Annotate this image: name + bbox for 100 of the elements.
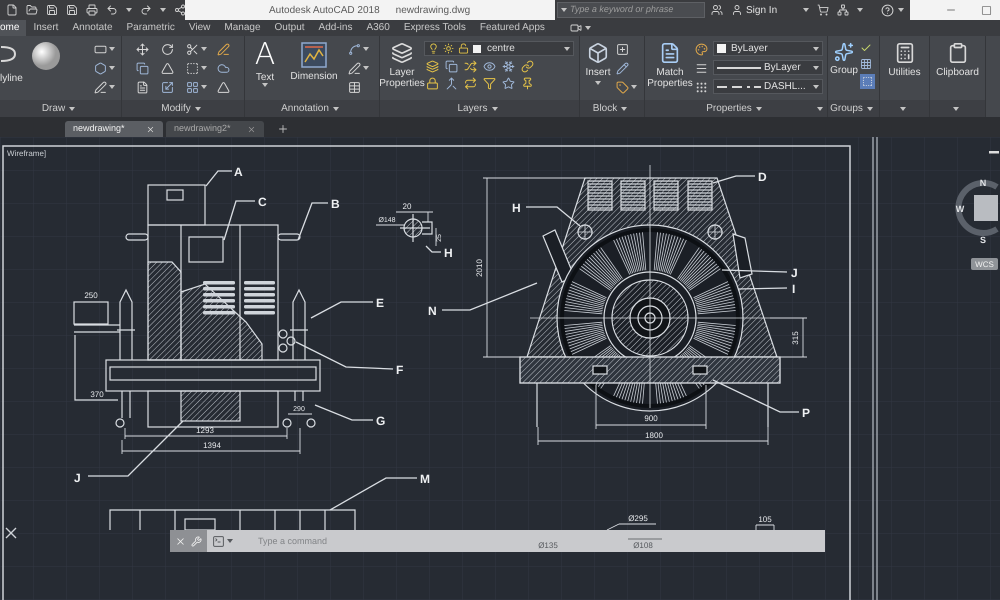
cloud-icon[interactable] — [217, 62, 230, 74]
caret-icon[interactable] — [756, 106, 762, 110]
layers-icon[interactable] — [426, 60, 439, 73]
rotate-icon[interactable] — [161, 42, 174, 56]
tag-icon[interactable] — [616, 80, 629, 94]
ribbon-tool-button[interactable]: Match Properties — [645, 36, 695, 89]
sphere-icon[interactable] — [32, 42, 60, 70]
sign-in-button[interactable]: Sign In — [731, 2, 778, 18]
caret-icon[interactable] — [201, 47, 207, 51]
caret-icon[interactable] — [126, 8, 132, 12]
terminal-icon[interactable] — [212, 534, 225, 548]
caret-icon[interactable] — [866, 106, 873, 110]
folder-icon[interactable] — [26, 4, 38, 16]
users-icon[interactable] — [711, 4, 723, 16]
layer-dropdown[interactable]: centre — [424, 41, 574, 56]
ribbon-tab[interactable]: A360 — [359, 20, 397, 36]
grip-icon[interactable] — [695, 80, 708, 94]
redo-icon[interactable] — [140, 4, 152, 16]
caret-icon[interactable] — [109, 47, 115, 51]
ribbon-tool-button[interactable]: Dimension — [286, 36, 342, 82]
caret-icon[interactable] — [631, 85, 637, 89]
pin-icon[interactable] — [521, 77, 534, 90]
caret-icon[interactable] — [813, 66, 819, 70]
ribbon-tool-button[interactable]: lyline — [0, 36, 24, 84]
lock-icon[interactable] — [458, 43, 469, 54]
save-icon[interactable] — [46, 4, 58, 16]
ribbon-tab[interactable]: Featured Apps — [472, 20, 552, 36]
caret-icon[interactable] — [813, 46, 819, 50]
hexagon-icon[interactable] — [94, 62, 107, 74]
lines-icon[interactable] — [695, 62, 708, 74]
caret-icon[interactable] — [803, 8, 810, 12]
grid-icon[interactable] — [860, 58, 872, 70]
document-tab[interactable]: newdrawing* — [65, 121, 163, 137]
share-icon[interactable] — [174, 4, 186, 16]
caret-icon[interactable] — [201, 66, 207, 70]
color-dropdown[interactable]: ByLayer — [713, 41, 823, 56]
star-icon[interactable] — [502, 77, 515, 90]
close-icon[interactable] — [175, 536, 186, 546]
table-icon[interactable] — [348, 80, 361, 94]
cart-icon[interactable] — [817, 4, 830, 16]
grid-icon[interactable] — [186, 80, 199, 94]
caret-icon[interactable] — [363, 47, 369, 51]
dashed-square-icon[interactable] — [186, 62, 199, 74]
linetype-dropdown[interactable]: DASHL... — [713, 79, 823, 94]
ribbon-tab[interactable]: View — [182, 20, 218, 36]
new-file-icon[interactable] — [6, 4, 18, 16]
ribbon-tab[interactable]: Parametric — [120, 20, 182, 36]
caret-icon[interactable] — [564, 46, 570, 50]
caret-icon[interactable] — [69, 106, 76, 110]
ribbon-tool-button[interactable]: Clipboard — [930, 36, 985, 78]
ribbon-tool-button[interactable]: Insert — [580, 36, 616, 85]
caret-icon[interactable] — [584, 26, 591, 30]
document-tab[interactable]: newdrawing2* — [166, 121, 264, 137]
wrench-icon[interactable] — [191, 536, 202, 546]
palette-icon[interactable] — [695, 42, 708, 56]
lineweight-dropdown[interactable]: ByLayer — [713, 60, 823, 75]
document-icon[interactable] — [136, 80, 149, 94]
triangle-icon[interactable] — [161, 62, 174, 74]
ribbon-tool-button[interactable]: A Text — [250, 36, 280, 87]
scissors-icon[interactable] — [186, 42, 199, 56]
compass-ring[interactable] — [956, 180, 998, 236]
square-plus-icon[interactable] — [616, 42, 629, 56]
caret-icon[interactable] — [109, 85, 115, 89]
shuffle-icon[interactable] — [464, 60, 477, 73]
caret-icon[interactable] — [262, 83, 268, 87]
scaling-icon[interactable] — [161, 80, 174, 94]
lock-icon[interactable] — [426, 77, 439, 90]
caret-icon[interactable] — [160, 8, 166, 12]
ribbon-tab[interactable]: Manage — [217, 20, 268, 36]
link-icon[interactable] — [521, 60, 534, 73]
caret-icon[interactable] — [621, 106, 628, 110]
compass-label[interactable]: N — [980, 178, 986, 188]
caret-icon[interactable] — [952, 106, 958, 110]
panel-title-button[interactable]: Layers — [458, 101, 498, 116]
caret-icon[interactable] — [813, 84, 819, 88]
pencil-icon[interactable] — [616, 62, 629, 74]
copy-icon[interactable] — [445, 60, 458, 73]
viewport-label[interactable]: Wireframe] — [7, 149, 46, 158]
caret-icon[interactable] — [363, 66, 369, 70]
repeat-icon[interactable] — [464, 77, 477, 90]
printer-icon[interactable] — [86, 4, 98, 16]
curve-icon[interactable] — [348, 42, 361, 56]
ribbon-tab[interactable]: Output — [268, 20, 312, 36]
triangle-icon[interactable] — [217, 80, 230, 94]
caret-icon[interactable] — [898, 8, 904, 12]
plus-icon[interactable] — [277, 123, 289, 135]
ribbon-tab[interactable]: Insert — [26, 20, 66, 36]
search-field[interactable]: Type a keyword or phrase — [557, 2, 705, 18]
user-icon[interactable] — [731, 4, 743, 16]
caret-icon[interactable] — [109, 66, 115, 70]
network-icon[interactable] — [837, 4, 850, 16]
caret-icon[interactable] — [332, 106, 339, 110]
lightbulb-icon[interactable] — [428, 43, 439, 54]
caret-icon[interactable] — [561, 8, 567, 12]
caret-icon[interactable] — [492, 106, 498, 110]
compass-label[interactable]: W — [956, 204, 964, 214]
check-icon[interactable] — [860, 42, 872, 54]
camera-icon[interactable] — [570, 22, 582, 34]
maximize-icon[interactable] — [981, 4, 992, 16]
ribbon-tab[interactable]: ome — [0, 20, 26, 36]
